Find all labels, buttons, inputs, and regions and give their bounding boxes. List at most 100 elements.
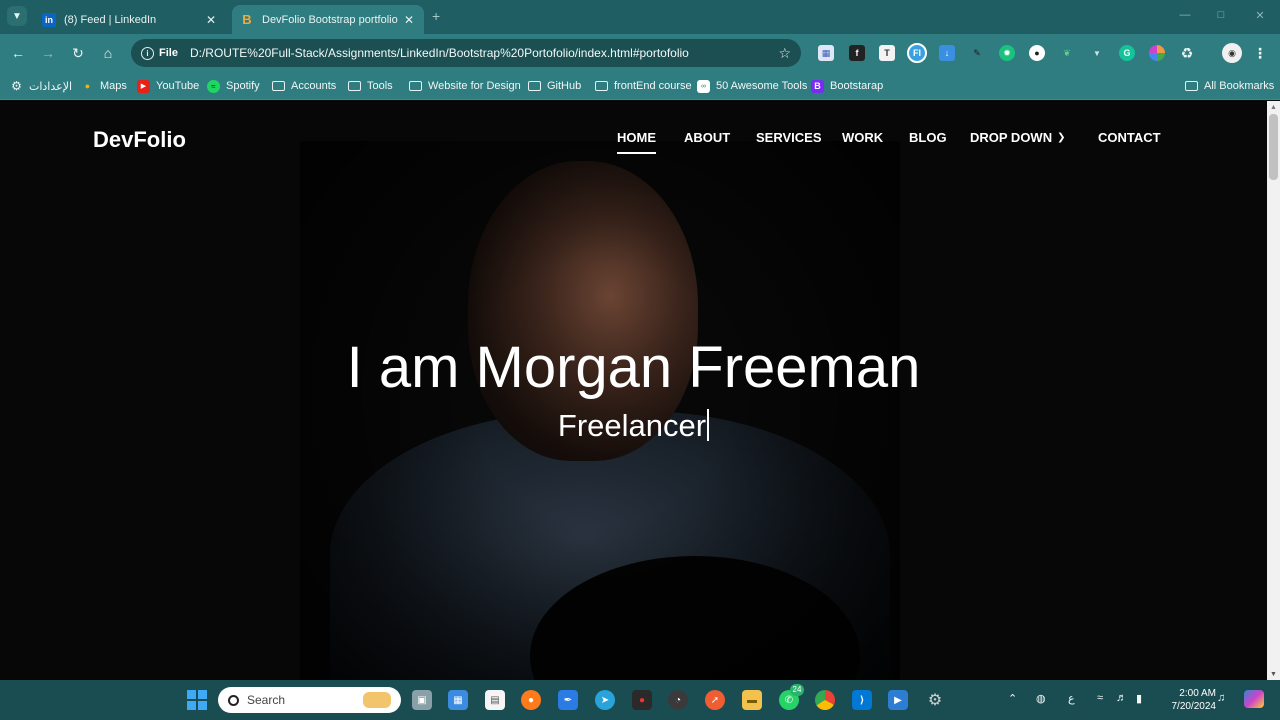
- chatgpt-extension-icon[interactable]: ✹: [999, 45, 1015, 61]
- folder-icon: [528, 81, 541, 91]
- docs-extension-icon[interactable]: ▦: [818, 45, 834, 61]
- maximize-button[interactable]: □: [1214, 9, 1228, 21]
- circle-extension-icon[interactable]: ●: [1029, 45, 1045, 61]
- vscode-icon[interactable]: ⟩: [852, 690, 872, 710]
- more-menu-icon[interactable]: ⋮: [1252, 45, 1268, 61]
- postman-icon[interactable]: ➚: [705, 690, 725, 710]
- bookmark-settings[interactable]: ⚙ الإعدادات: [10, 78, 72, 94]
- chrome-icon[interactable]: [815, 690, 835, 710]
- file-explorer-icon[interactable]: ▬: [742, 690, 762, 710]
- nav-contact[interactable]: CONTACT: [1098, 130, 1161, 145]
- nav-dropdown[interactable]: DROP DOWN ❯: [970, 130, 1066, 145]
- bookmark-youtube[interactable]: ▶ YouTube: [137, 78, 199, 94]
- bookmark-spotify[interactable]: ≈ Spotify: [207, 78, 260, 94]
- leaf-extension-icon[interactable]: ❦: [1059, 45, 1075, 61]
- store-icon[interactable]: ▦: [448, 690, 468, 710]
- nav-services[interactable]: SERVICES: [756, 130, 822, 145]
- back-button[interactable]: ←: [7, 42, 29, 64]
- close-icon[interactable]: ✕: [402, 13, 416, 27]
- forward-button[interactable]: →: [37, 42, 59, 64]
- clock-time: 2:00 AM: [1179, 688, 1216, 699]
- tab-devfolio[interactable]: B DevFolio Bootstrap portfolio ✕: [232, 5, 424, 34]
- system-clock[interactable]: 2:00 AM 7/20/2024: [1160, 687, 1217, 713]
- microphone-icon[interactable]: ◍: [1036, 692, 1046, 705]
- nav-about[interactable]: ABOUT: [684, 130, 730, 145]
- close-icon[interactable]: ✕: [204, 13, 218, 27]
- bookmark-folder-website-for-design[interactable]: Website for Design: [409, 78, 521, 94]
- ime-indicator[interactable]: ع: [1068, 692, 1075, 705]
- tab-linkedin[interactable]: in (8) Feed | LinkedIn ✕: [34, 5, 226, 34]
- youtube-icon: ▶: [137, 79, 150, 93]
- notepad-icon[interactable]: ▤: [485, 690, 505, 710]
- tray-chevron-up-icon[interactable]: ⌃: [1008, 692, 1017, 705]
- notification-bell-icon[interactable]: ♫: [1217, 692, 1225, 704]
- puzzle-icon[interactable]: ♻: [1179, 45, 1195, 61]
- task-view-icon[interactable]: ▣: [412, 690, 432, 710]
- avatar[interactable]: ◉: [1222, 43, 1242, 63]
- text-extension-icon[interactable]: T: [879, 45, 895, 61]
- new-tab-button[interactable]: +: [432, 8, 440, 24]
- copilot-icon[interactable]: [1244, 690, 1264, 708]
- browser-toolbar: ← → ↻ ⌂ i File D:/ROUTE%20Full-Stack/Ass…: [0, 34, 1280, 72]
- browser-tab-bar: ▼ in (8) Feed | LinkedIn ✕ B DevFolio Bo…: [0, 0, 1280, 34]
- wifi-icon[interactable]: ≈: [1097, 692, 1103, 704]
- telegram-icon[interactable]: ➤: [595, 690, 615, 710]
- windows-start-icon[interactable]: [187, 690, 207, 710]
- bookmark-star-icon[interactable]: ☆: [778, 45, 791, 62]
- bookmark-label: Spotify: [226, 80, 260, 92]
- home-button[interactable]: ⌂: [97, 42, 119, 64]
- nav-work[interactable]: WORK: [842, 130, 883, 145]
- grammarly-extension-icon[interactable]: G: [1119, 45, 1135, 61]
- bookmark-label: Website for Design: [428, 80, 521, 92]
- feather-app-icon[interactable]: ✒: [558, 690, 578, 710]
- nav-blog[interactable]: BLOG: [909, 130, 947, 145]
- bookmark-label: Tools: [367, 80, 393, 92]
- bookmark-label: Bootstarap: [830, 80, 884, 92]
- scroll-thumb[interactable]: [1269, 114, 1278, 180]
- close-window-button[interactable]: ✕: [1253, 9, 1267, 22]
- scroll-down-arrow[interactable]: ▼: [1270, 671, 1277, 678]
- clock-date: 7/20/2024: [1171, 701, 1217, 712]
- linkedin-icon: in: [42, 12, 56, 27]
- typing-caret: [707, 409, 710, 441]
- bootstrap-icon: B: [811, 79, 824, 93]
- site-logo[interactable]: DevFolio: [93, 127, 186, 153]
- settings-gear-icon[interactable]: ⚙: [925, 690, 945, 710]
- bookmark-50-awesome-tools[interactable]: ∞ 50 Awesome Tools: [697, 78, 807, 94]
- formula-extension-icon[interactable]: f: [849, 45, 865, 61]
- info-icon[interactable]: i: [141, 46, 154, 60]
- taskbar-search[interactable]: Search: [218, 687, 401, 713]
- pen-extension-icon[interactable]: ✎: [969, 45, 985, 61]
- screen-recorder-icon[interactable]: ●: [632, 690, 652, 710]
- bookmark-folder-tools[interactable]: Tools: [348, 78, 393, 94]
- fi-extension-icon[interactable]: FI: [907, 43, 927, 63]
- bookmark-bootstrap[interactable]: B Bootstarap: [811, 78, 883, 94]
- media-player-icon[interactable]: ▶: [888, 690, 908, 710]
- nav-home[interactable]: HOME: [617, 130, 656, 154]
- page-scrollbar[interactable]: ▲ ▼: [1267, 101, 1280, 680]
- reload-button[interactable]: ↻: [67, 42, 89, 64]
- url-text[interactable]: D:/ROUTE%20Full-Stack/Assignments/Linked…: [190, 46, 772, 60]
- download-extension-icon[interactable]: ↓: [939, 45, 955, 61]
- bookmark-folder-accounts[interactable]: Accounts: [272, 78, 336, 94]
- scroll-up-arrow[interactable]: ▲: [1270, 104, 1277, 111]
- scheme-chip[interactable]: File: [159, 47, 178, 59]
- bookmark-maps[interactable]: ● Maps: [81, 78, 127, 94]
- bookmark-folder-frontend-course[interactable]: frontEnd course: [595, 78, 692, 94]
- chevron-down-icon[interactable]: ▼: [1089, 45, 1105, 61]
- folder-icon: [409, 81, 422, 91]
- tab-search-button[interactable]: ▼: [7, 6, 27, 26]
- color-extension-icon[interactable]: [1149, 45, 1165, 61]
- nav-dropdown-label: DROP DOWN: [970, 130, 1053, 145]
- bookmark-folder-github[interactable]: GitHub: [528, 78, 581, 94]
- firefox-icon[interactable]: ●: [521, 690, 541, 710]
- minimize-button[interactable]: —: [1178, 9, 1192, 21]
- all-bookmarks-label: All Bookmarks: [1204, 80, 1275, 92]
- address-bar[interactable]: i File D:/ROUTE%20Full-Stack/Assignments…: [131, 39, 801, 67]
- battery-icon[interactable]: ▮: [1136, 692, 1142, 705]
- bookmark-label: GitHub: [547, 80, 582, 92]
- obs-icon[interactable]: ◔: [668, 690, 688, 710]
- gear-icon: ⚙: [11, 79, 22, 93]
- volume-icon[interactable]: ♬: [1116, 692, 1127, 704]
- all-bookmarks-button[interactable]: All Bookmarks: [1185, 78, 1274, 94]
